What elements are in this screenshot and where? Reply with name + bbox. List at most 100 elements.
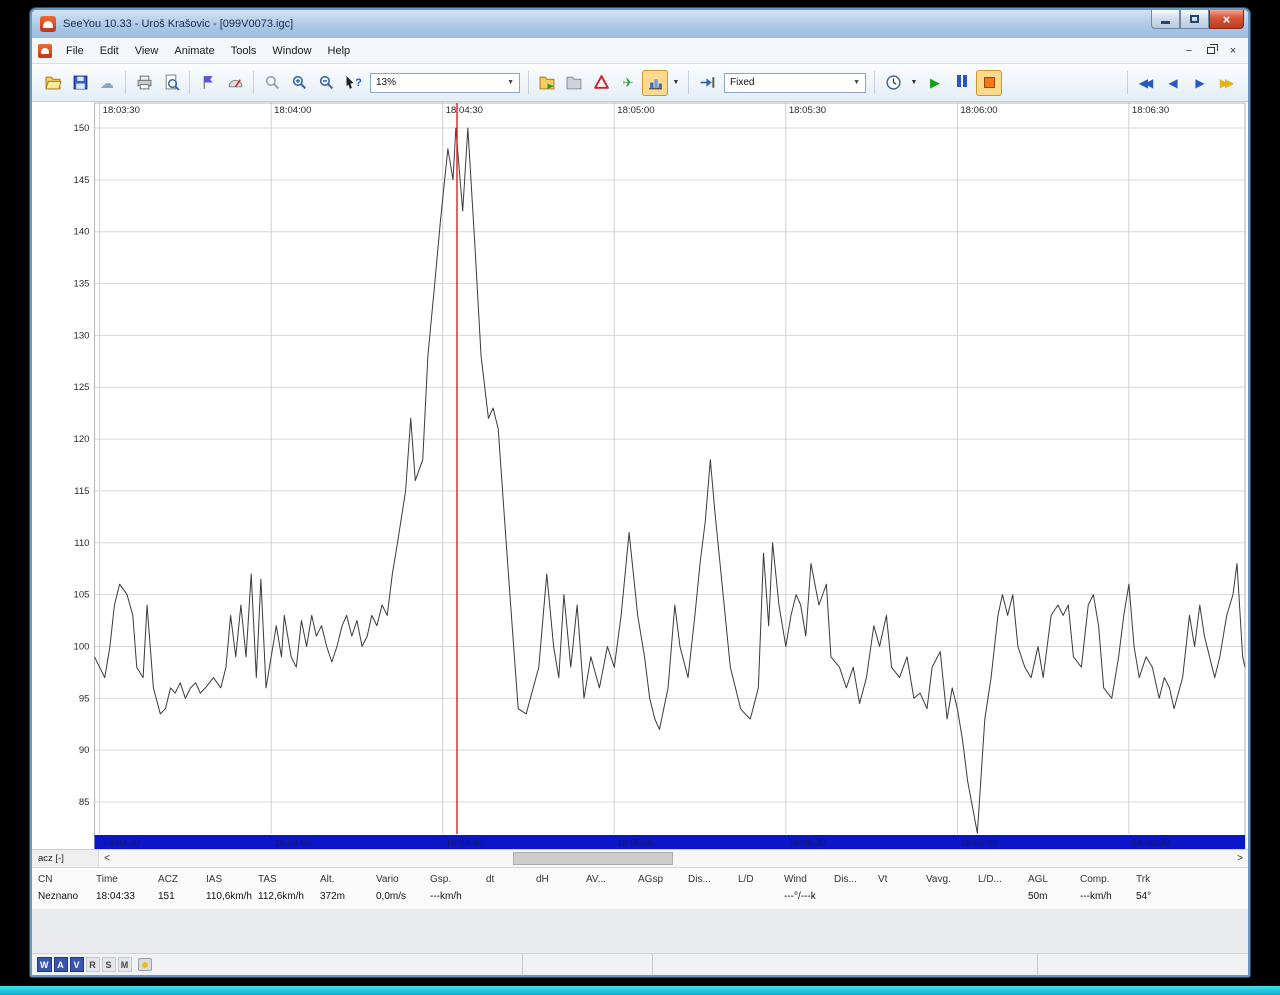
pause-button[interactable] xyxy=(949,70,975,96)
cell-15: ---°/---k xyxy=(784,891,834,902)
import-button[interactable] xyxy=(561,70,587,96)
clock-icon xyxy=(885,74,902,91)
menu-animate[interactable]: Animate xyxy=(166,41,222,61)
save-button[interactable] xyxy=(67,70,93,96)
tab-m[interactable]: M xyxy=(118,957,132,972)
tab-s[interactable]: S xyxy=(102,957,116,972)
column-header-6: Alt. xyxy=(320,874,376,885)
scroll-right-button[interactable]: > xyxy=(1232,850,1248,867)
mdi-close-button[interactable]: × xyxy=(1224,43,1242,58)
flight-graph[interactable]: 8590951001051101151201251301351401451501… xyxy=(32,102,1248,849)
folder-gray-icon xyxy=(566,74,583,91)
column-header-11: AV... xyxy=(586,874,638,885)
skip-forward-icon: ▶▶ xyxy=(1220,77,1234,89)
window-title: SeeYou 10.33 - Uroš Krašovic - [099V0073… xyxy=(63,18,1151,30)
column-header-7: Vario xyxy=(376,874,430,885)
zoom-in-button[interactable] xyxy=(286,70,312,96)
print-preview-icon xyxy=(163,74,180,91)
graph-type-caret-button[interactable]: ▼ xyxy=(669,70,683,96)
cloud-button[interactable]: ☁ xyxy=(94,70,120,96)
tab-r[interactable]: R xyxy=(86,957,100,972)
tab-w[interactable]: W xyxy=(37,957,52,972)
status-pane xyxy=(1037,954,1244,975)
column-header-17: Vt xyxy=(878,874,926,885)
mdi-restore-button[interactable] xyxy=(1202,43,1220,58)
graph-type-button[interactable] xyxy=(642,70,668,96)
column-header-15: Wind xyxy=(784,874,834,885)
play-icon: ▶ xyxy=(930,76,940,89)
skip-back-button[interactable]: ◀◀ xyxy=(1133,70,1159,96)
open-flight-button[interactable] xyxy=(534,70,560,96)
column-header-1: CN xyxy=(38,874,96,885)
svg-text:95: 95 xyxy=(79,693,90,704)
svg-text:18:05:30: 18:05:30 xyxy=(789,105,826,116)
play-button[interactable]: ▶ xyxy=(922,70,948,96)
svg-text:140: 140 xyxy=(74,227,90,238)
menu-edit[interactable]: Edit xyxy=(92,41,127,61)
mdi-minimize-button[interactable]: − xyxy=(1180,43,1198,58)
table-value-row: Neznano18:04:33151110,6km/h112,6km/h372m… xyxy=(32,888,1248,905)
printer-icon xyxy=(136,74,153,91)
content-filler xyxy=(32,909,1248,953)
step-back-button[interactable]: ◀ xyxy=(1160,70,1186,96)
zoom-out-button[interactable] xyxy=(313,70,339,96)
svg-text:18:04:30: 18:04:30 xyxy=(446,105,483,116)
svg-text:18:05:30: 18:05:30 xyxy=(789,838,826,849)
scroll-left-button[interactable]: < xyxy=(99,850,115,867)
cell-21: ---km/h xyxy=(1080,891,1136,902)
cell-4: 110,6km/h xyxy=(206,891,258,902)
menu-help[interactable]: Help xyxy=(320,41,359,61)
svg-text:115: 115 xyxy=(74,486,89,497)
time-caret-button[interactable]: ▼ xyxy=(907,70,921,96)
measure-button[interactable] xyxy=(222,70,248,96)
animation-time-button[interactable] xyxy=(880,70,906,96)
column-header-4: IAS xyxy=(206,874,258,885)
context-help-button[interactable]: ? xyxy=(340,70,366,96)
column-header-21: Comp. xyxy=(1080,874,1136,885)
skip-forward-button[interactable]: ▶▶ xyxy=(1214,70,1240,96)
tab-a[interactable]: A xyxy=(54,957,68,972)
print-preview-button[interactable] xyxy=(158,70,184,96)
step-forward-button[interactable]: ▶ xyxy=(1187,70,1213,96)
desktop: SeeYou 10.33 - Uroš Krašovic - [099V0073… xyxy=(0,0,1280,995)
protractor-icon xyxy=(227,74,244,91)
scrollbar-thumb[interactable] xyxy=(513,852,674,865)
airspace-warning-icon xyxy=(593,74,610,91)
menu-view[interactable]: View xyxy=(127,41,167,61)
zoom-combobox[interactable]: 13% ▼ xyxy=(370,73,520,93)
svg-text:18:04:30: 18:04:30 xyxy=(446,838,483,849)
svg-text:100: 100 xyxy=(74,641,90,652)
graph-options-icon[interactable] xyxy=(138,958,152,971)
fix-data-table: CNTimeACZIASTASAlt.VarioGsp.dtdHAV...AGs… xyxy=(32,867,1248,909)
taskbar-edge xyxy=(0,986,1280,995)
folder-flight-icon xyxy=(539,74,556,91)
graph-scrollbar[interactable]: < > xyxy=(98,850,1248,867)
flight-route-button[interactable]: ✈ xyxy=(615,70,641,96)
airspace-button[interactable] xyxy=(588,70,614,96)
bar-chart-icon xyxy=(647,74,664,91)
print-button[interactable] xyxy=(131,70,157,96)
minimize-button[interactable] xyxy=(1151,10,1180,29)
flight-document-icon xyxy=(38,44,52,58)
waypoints-button[interactable] xyxy=(195,70,221,96)
status-pane xyxy=(522,954,652,975)
skip-back-icon: ◀◀ xyxy=(1139,77,1153,89)
chevron-down-icon: ▼ xyxy=(911,79,918,86)
open-button[interactable] xyxy=(40,70,66,96)
svg-text:18:03:30: 18:03:30 xyxy=(103,838,140,849)
svg-text:18:05:00: 18:05:00 xyxy=(617,838,654,849)
menu-file[interactable]: File xyxy=(58,41,92,61)
menu-tools[interactable]: Tools xyxy=(223,41,265,61)
stop-button[interactable] xyxy=(976,70,1002,96)
zoom-reset-button[interactable] xyxy=(259,70,285,96)
titlebar[interactable]: SeeYou 10.33 - Uroš Krašovic - [099V0073… xyxy=(32,10,1248,38)
animation-mode-combobox[interactable]: Fixed ▼ xyxy=(724,73,866,93)
maximize-button[interactable] xyxy=(1180,10,1209,29)
column-header-16: Dis... xyxy=(834,874,878,885)
tab-v[interactable]: V xyxy=(70,957,84,972)
menu-window[interactable]: Window xyxy=(264,41,319,61)
close-button[interactable]: × xyxy=(1209,10,1244,29)
goto-fix-button[interactable] xyxy=(694,70,720,96)
cell-5: 112,6km/h xyxy=(258,891,320,902)
column-header-20: AGL xyxy=(1028,874,1080,885)
